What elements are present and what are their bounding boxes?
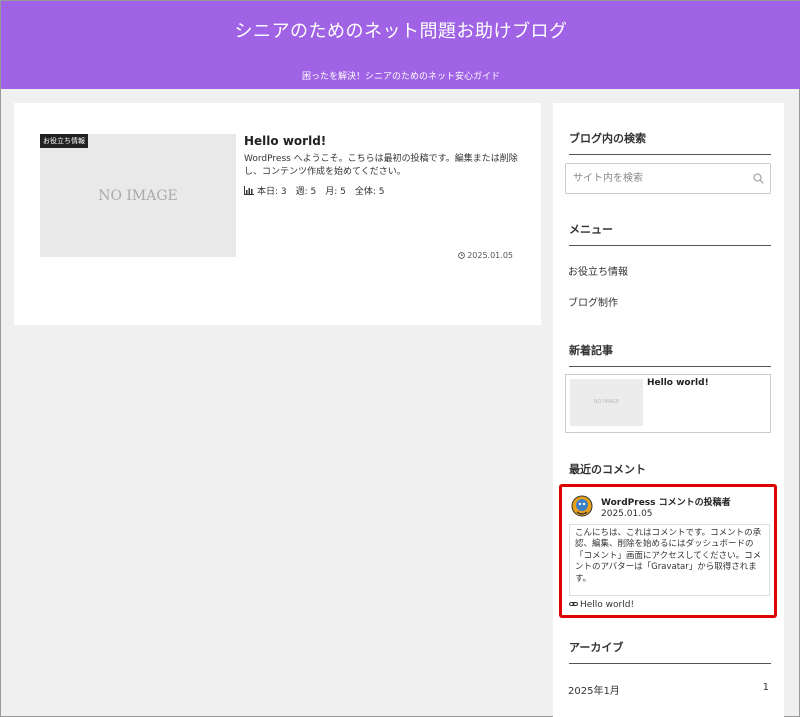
link-icon: [569, 601, 578, 607]
category-label[interactable]: お役立ち情報: [40, 134, 88, 148]
post-date-text: 2025.01.05: [467, 251, 513, 260]
site-header: シニアのためのネット問題お助けブログ 困ったを解決！シニアのためのネット安心ガイ…: [1, 1, 800, 89]
search-widget-title: ブログ内の検索: [569, 130, 771, 155]
new-post-thumbnail: NO IMAGE: [570, 379, 643, 426]
archive-count: 1: [762, 682, 769, 693]
recent-comment-highlight: WordPress コメントの投稿者 2025.01.05 こんにちは、これはコ…: [559, 484, 777, 618]
sidebar: ブログ内の検索 メニュー お役立ち情報 ブログ制作 新着記事 NO IMAGE …: [553, 103, 784, 717]
search-icon[interactable]: [753, 173, 764, 184]
post-excerpt: WordPress へようこそ。こちらは最初の投稿です。編集または削除し、コンテ…: [244, 154, 518, 177]
new-posts-widget-title: 新着記事: [569, 342, 771, 367]
search-input[interactable]: [566, 164, 746, 193]
bar-chart-icon: [244, 186, 254, 195]
post-list: お役立ち情報 NO IMAGE Hello world! WordPress へ…: [14, 103, 541, 325]
archive-widget-title: アーカイブ: [569, 639, 771, 664]
avatar: [571, 495, 593, 517]
comment-body: こんにちは、これはコメントです。コメントの承認、編集、削除を始めるにはダッシュボ…: [569, 524, 770, 596]
menu-widget-title: メニュー: [569, 221, 771, 246]
site-description: 困ったを解決！シニアのためのネット安心ガイド: [301, 72, 500, 82]
no-image-text: NO IMAGE: [593, 399, 620, 405]
view-counts-text: 本日: 3 週: 5 月: 5 全体: 5: [257, 187, 385, 197]
archive-month[interactable]: 2025年1月: [568, 686, 620, 697]
post-thumbnail[interactable]: お役立ち情報 NO IMAGE: [40, 134, 236, 257]
menu-item-tips[interactable]: お役立ち情報: [568, 263, 628, 278]
comment-author[interactable]: WordPress コメントの投稿者: [601, 495, 731, 508]
menu-item-blog-production[interactable]: ブログ制作: [568, 294, 618, 309]
post-view-counts: 本日: 3 週: 5 月: 5 全体: 5: [244, 184, 384, 197]
comment-date: 2025.01.05: [601, 509, 653, 519]
new-post-title[interactable]: Hello world!: [647, 378, 709, 388]
post-date: 2025.01.05: [458, 251, 513, 260]
comment-post-link[interactable]: Hello world!: [569, 600, 634, 610]
clock-icon: [458, 252, 466, 259]
new-post-card[interactable]: NO IMAGE Hello world!: [565, 374, 771, 433]
post-title[interactable]: Hello world!: [244, 134, 326, 148]
no-image-text: NO IMAGE: [98, 188, 178, 204]
archive-item[interactable]: 2025年1月 1: [568, 682, 771, 697]
recent-comments-widget-title: 最近のコメント: [569, 461, 771, 486]
search-box: [565, 163, 771, 194]
comment-link-text: Hello world!: [580, 600, 635, 610]
site-title[interactable]: シニアのためのネット問題お助けブログ: [1, 17, 800, 43]
